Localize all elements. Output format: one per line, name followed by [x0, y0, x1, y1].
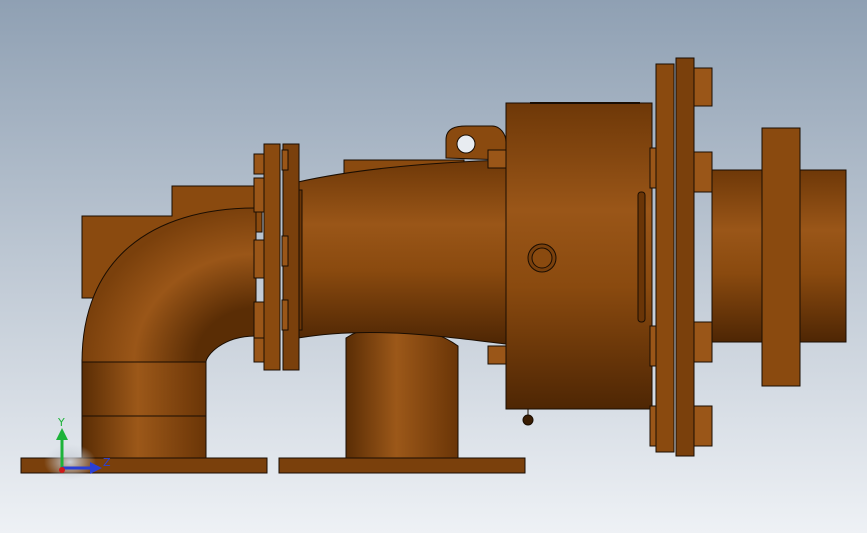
- drain-plug[interactable]: [522, 414, 534, 426]
- elbow-vertical-leg[interactable]: [81, 359, 207, 459]
- lifting-lug-hole: [456, 134, 476, 154]
- cad-scene[interactable]: Y Z: [0, 0, 867, 533]
- stud-nut-lower: [487, 345, 507, 365]
- y-axis-label: Y: [57, 416, 65, 429]
- x-axis-marker: [59, 467, 65, 473]
- cad-viewport[interactable]: Y Z: [0, 0, 867, 533]
- outlet-flange[interactable]: [761, 127, 801, 387]
- flange-right-b[interactable]: [675, 57, 695, 457]
- flange-left-a[interactable]: [263, 143, 281, 371]
- inspection-port-inner: [531, 247, 553, 269]
- stud-nut-upper: [487, 149, 507, 169]
- flange-right-a[interactable]: [655, 63, 675, 453]
- support-pedestal[interactable]: [345, 325, 459, 459]
- flange-left-gasket: [298, 189, 303, 331]
- triad-glow: [44, 444, 96, 480]
- base-plate-right[interactable]: [278, 457, 526, 474]
- sight-slot[interactable]: [637, 191, 646, 323]
- z-axis-label: Z: [103, 456, 111, 469]
- tapered-transition[interactable]: [297, 159, 507, 345]
